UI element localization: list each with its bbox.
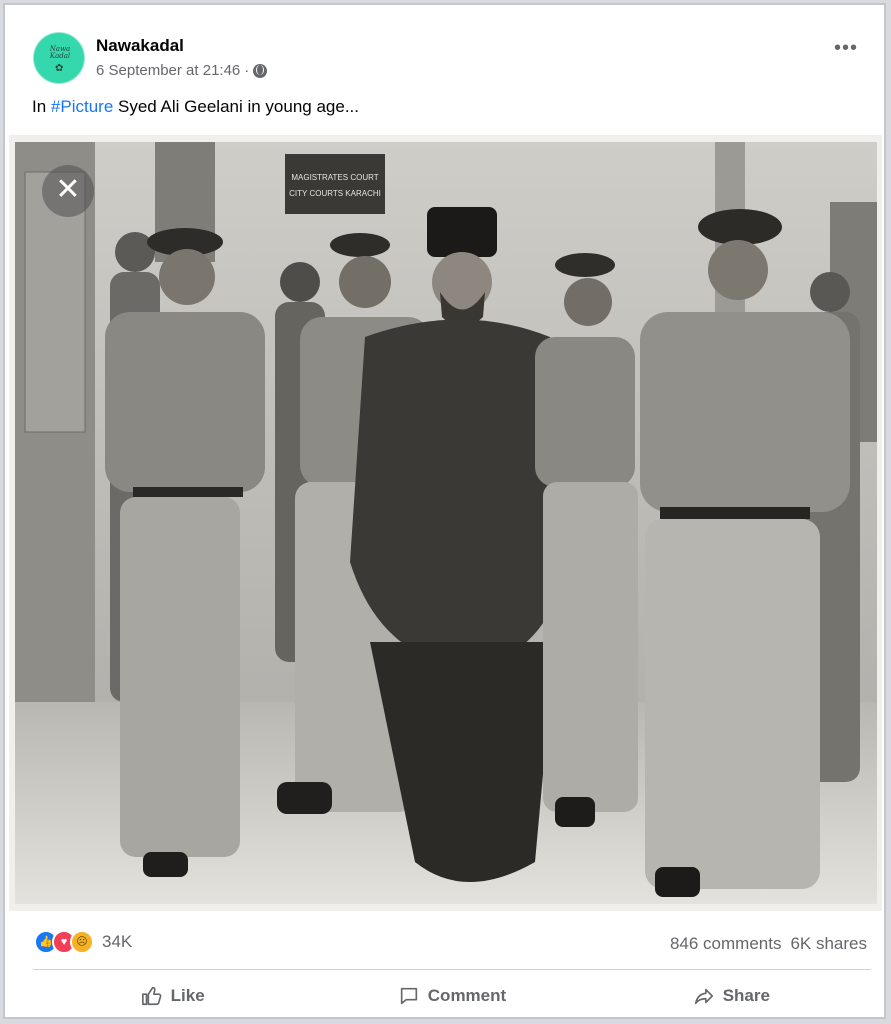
share-arrow-icon	[694, 988, 713, 1005]
meta-separator: ·	[244, 62, 250, 79]
post-photo-frame: MAGISTRATES COURT CITY COURTS KARACHI ✕	[9, 135, 882, 911]
officer-right	[640, 209, 850, 897]
post-caption: In #Picture Syed Ali Geelani in young ag…	[32, 97, 359, 117]
avatar-logo-text: Nawa Kadal	[49, 45, 71, 60]
thumbs-up-icon	[141, 986, 162, 1006]
post-card: Nawa Kadal ✿ Nawakadal 6 September at 21…	[3, 3, 886, 1019]
post-header: Nawa Kadal ✿ Nawakadal 6 September at 21…	[5, 5, 884, 90]
officer-middle-right	[535, 253, 638, 827]
more-options-button[interactable]: •••	[834, 38, 858, 58]
post-timestamp[interactable]: 6 September at 21:46	[96, 62, 240, 79]
post-actions-bar: Like Comment Share	[33, 973, 871, 1019]
actions-divider	[33, 969, 871, 970]
reaction-count: 34K	[102, 932, 133, 951]
like-button[interactable]: Like	[33, 973, 312, 1019]
comment-icon	[400, 987, 417, 1005]
share-button[interactable]: Share	[592, 973, 871, 1019]
comment-label: Comment	[427, 986, 507, 1005]
reactions-summary[interactable]: 👍 ♥ ☹ 34K	[34, 930, 132, 954]
caption-prefix: In	[32, 97, 51, 116]
post-photo[interactable]: MAGISTRATES COURT CITY COURTS KARACHI ✕	[15, 142, 877, 904]
globe-icon	[253, 63, 268, 78]
close-icon[interactable]: ✕	[42, 165, 94, 217]
comments-count-link[interactable]: 846 comments	[670, 934, 782, 954]
photo-sign-line2: CITY COURTS KARACHI	[289, 189, 381, 198]
leaf-icon: ✿	[55, 63, 64, 74]
hashtag-link[interactable]: #Picture	[51, 97, 113, 116]
comment-button[interactable]: Comment	[312, 973, 591, 1019]
share-label: Share	[722, 986, 770, 1005]
like-label: Like	[170, 986, 205, 1005]
photo-sign-line1: MAGISTRATES COURT	[291, 173, 378, 182]
sad-reaction-icon: ☹	[70, 930, 94, 954]
post-stats: 846 comments 6K shares	[670, 934, 867, 954]
page-avatar[interactable]: Nawa Kadal ✿	[33, 32, 85, 84]
photo-illustration: MAGISTRATES COURT CITY COURTS KARACHI	[15, 142, 877, 904]
shares-count-link[interactable]: 6K shares	[790, 934, 867, 954]
caption-text: Syed Ali Geelani in young age...	[113, 97, 360, 116]
post-meta: 6 September at 21:46 ·	[96, 62, 268, 79]
page-name[interactable]: Nawakadal	[96, 36, 184, 56]
